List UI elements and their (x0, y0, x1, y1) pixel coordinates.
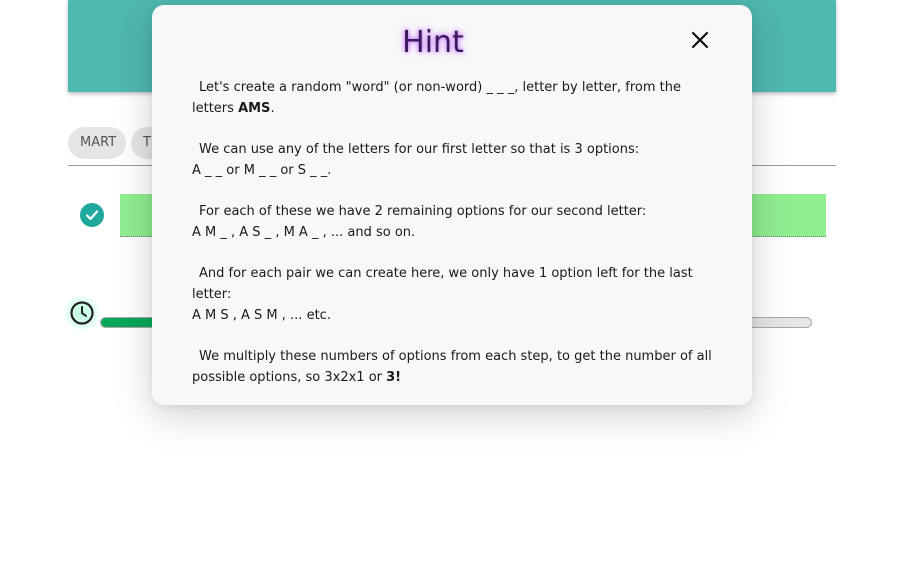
tab-mart[interactable]: MART (68, 127, 126, 159)
close-button[interactable] (687, 27, 713, 53)
hint-text: . (270, 101, 275, 116)
check-circle-icon (80, 203, 104, 227)
hint-text: And for each pair we can create here, we… (192, 266, 693, 302)
hint-paragraph-2: We can use any of the letters for our fi… (192, 139, 712, 181)
hint-paragraph-3: For each of these we have 2 remaining op… (192, 201, 712, 243)
timer-progress-fill (101, 318, 158, 327)
hint-text: A M _ , A S _ , M A _ , ... and so on. (192, 225, 416, 240)
close-icon (691, 31, 709, 49)
hint-text: A _ _ or M _ _ or S _ _. (192, 163, 332, 178)
clock-icon (64, 295, 100, 331)
hint-paragraph-1: Let's create a random "word" (or non-wor… (192, 77, 712, 119)
hint-body: Let's create a random "word" (or non-wor… (192, 77, 712, 408)
hint-letters: AMS (238, 101, 271, 116)
hint-title: Hint (402, 25, 464, 60)
hint-text: A M S , A S M , ... etc. (192, 308, 331, 323)
hint-factorial: 3! (386, 370, 402, 385)
hint-text: We multiply these numbers of options fro… (192, 349, 712, 385)
quiz-page: MART TI Hint Let's create a random "word… (0, 0, 904, 566)
hint-modal: Hint Let's create a random "word" (or no… (152, 5, 752, 405)
hint-text: We can use any of the letters for our fi… (199, 142, 640, 157)
hint-paragraph-4: And for each pair we can create here, we… (192, 263, 712, 326)
hint-paragraph-5: We multiply these numbers of options fro… (192, 346, 712, 388)
hint-text: For each of these we have 2 remaining op… (199, 204, 647, 219)
